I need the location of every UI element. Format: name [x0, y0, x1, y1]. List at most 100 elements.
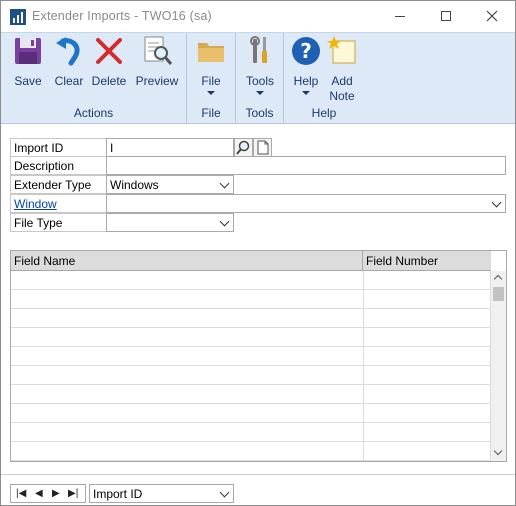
vertical-scrollbar[interactable]	[490, 271, 506, 461]
grid-header: Field Name Field Number	[11, 251, 491, 271]
table-row[interactable]	[11, 423, 491, 442]
column-divider	[363, 442, 364, 460]
scroll-thumb[interactable]	[493, 287, 504, 301]
preview-label: Preview	[135, 74, 179, 88]
save-disk-icon	[15, 38, 41, 64]
help-button-label: Help	[293, 74, 319, 88]
minimize-icon	[395, 15, 405, 17]
next-record-icon[interactable]: ▶	[52, 488, 60, 499]
column-divider	[363, 328, 364, 346]
file-menu-button[interactable]: File	[193, 35, 229, 95]
add-note-button[interactable]: Add Note	[324, 35, 360, 104]
extender-type-select[interactable]: Windows	[106, 175, 234, 194]
new-document-button[interactable]	[253, 138, 272, 157]
add-note-label-line2: Note	[329, 89, 355, 103]
minimize-button[interactable]	[377, 1, 423, 31]
clear-button[interactable]: Clear	[51, 35, 87, 89]
scroll-up-icon[interactable]	[493, 274, 503, 284]
file-group-label: File	[201, 106, 221, 120]
table-row[interactable]	[11, 290, 491, 309]
ribbon-group-help: ? Help Add Note Help	[284, 33, 364, 123]
maximize-button[interactable]	[423, 1, 469, 31]
save-button[interactable]: Save	[10, 35, 46, 89]
column-divider	[363, 290, 364, 308]
preview-magnifier-icon	[144, 36, 173, 65]
window-title: Extender Imports - TWO16 (sa)	[32, 9, 212, 23]
table-row[interactable]	[11, 442, 491, 461]
close-icon	[486, 10, 498, 22]
svg-text:?: ?	[300, 39, 312, 63]
preview-button[interactable]: Preview	[134, 35, 180, 89]
ribbon: Save Clear Delete Preview Actions File F…	[1, 32, 515, 124]
delete-button[interactable]: Delete	[89, 35, 129, 89]
delete-x-icon	[96, 38, 122, 64]
import-id-input[interactable]: I	[106, 138, 234, 157]
tools-wrench-icon	[250, 36, 267, 63]
table-row[interactable]	[11, 271, 491, 290]
ribbon-group-file: File File	[187, 33, 236, 123]
import-id-label: Import ID	[10, 138, 107, 157]
column-divider	[363, 347, 364, 365]
note-star-icon	[327, 36, 356, 64]
tools-menu-button[interactable]: Tools	[242, 35, 278, 95]
save-label: Save	[14, 74, 42, 88]
ribbon-group-tools: Tools Tools	[236, 33, 284, 123]
record-navigation: |◀ ◀ ▶ ▶|	[10, 484, 86, 503]
description-label: Description	[10, 156, 107, 175]
first-record-icon[interactable]: |◀	[16, 488, 26, 499]
chevron-down-icon	[491, 197, 502, 208]
tools-group-label: Tools	[245, 106, 274, 120]
column-divider	[363, 385, 364, 403]
new-document-icon	[257, 140, 269, 155]
column-divider	[363, 271, 364, 289]
table-row[interactable]	[11, 347, 491, 366]
table-row[interactable]	[11, 309, 491, 328]
column-header-field-number[interactable]: Field Number	[363, 251, 491, 271]
chevron-down-icon	[219, 487, 230, 498]
table-row[interactable]	[11, 385, 491, 404]
help-group-label: Help	[311, 106, 337, 120]
file-type-label: File Type	[10, 213, 107, 232]
maximize-icon	[441, 11, 451, 21]
lookup-button[interactable]	[234, 138, 253, 157]
table-row[interactable]	[11, 328, 491, 347]
chevron-down-icon	[219, 216, 230, 227]
extender-imports-window: Extender Imports - TWO16 (sa) Save Clear…	[0, 0, 516, 506]
add-note-label-line1: Add	[331, 74, 353, 88]
title-bar: Extender Imports - TWO16 (sa)	[1, 1, 515, 32]
bottom-bar: |◀ ◀ ▶ ▶| Import ID	[1, 474, 515, 505]
clear-label: Clear	[54, 74, 84, 88]
previous-record-icon[interactable]: ◀	[35, 488, 43, 499]
scroll-down-icon[interactable]	[493, 446, 503, 456]
column-divider	[363, 423, 364, 441]
table-row[interactable]	[11, 366, 491, 385]
dropdown-arrow-icon	[302, 91, 310, 95]
dropdown-arrow-icon	[207, 91, 215, 95]
delete-label: Delete	[91, 74, 127, 88]
column-divider	[363, 366, 364, 384]
undo-arrow-icon	[56, 37, 80, 66]
app-chart-icon	[10, 9, 26, 25]
window-link-label[interactable]: Window	[10, 194, 107, 213]
table-row[interactable]	[11, 404, 491, 423]
description-input[interactable]	[106, 156, 506, 175]
column-divider	[363, 309, 364, 327]
column-header-field-name[interactable]: Field Name	[11, 251, 363, 271]
extender-type-value: Windows	[110, 178, 159, 192]
file-type-select[interactable]	[106, 213, 234, 232]
close-button[interactable]	[469, 1, 515, 31]
fields-grid[interactable]: Field Name Field Number	[10, 250, 507, 462]
ribbon-group-actions: Save Clear Delete Preview Actions	[1, 33, 187, 123]
last-record-icon[interactable]: ▶|	[68, 488, 78, 499]
extender-type-label: Extender Type	[10, 175, 107, 194]
help-question-icon: ?	[292, 37, 320, 65]
help-menu-button[interactable]: ? Help	[288, 35, 324, 95]
folder-icon	[198, 43, 224, 62]
sort-by-select[interactable]: Import ID	[89, 484, 234, 503]
tools-button-label: Tools	[245, 74, 274, 88]
actions-group-label: Actions	[73, 106, 114, 120]
chevron-down-icon	[219, 178, 230, 189]
lookup-magnifier-icon	[236, 140, 250, 155]
window-select[interactable]	[106, 194, 506, 213]
sort-by-value: Import ID	[93, 487, 143, 501]
